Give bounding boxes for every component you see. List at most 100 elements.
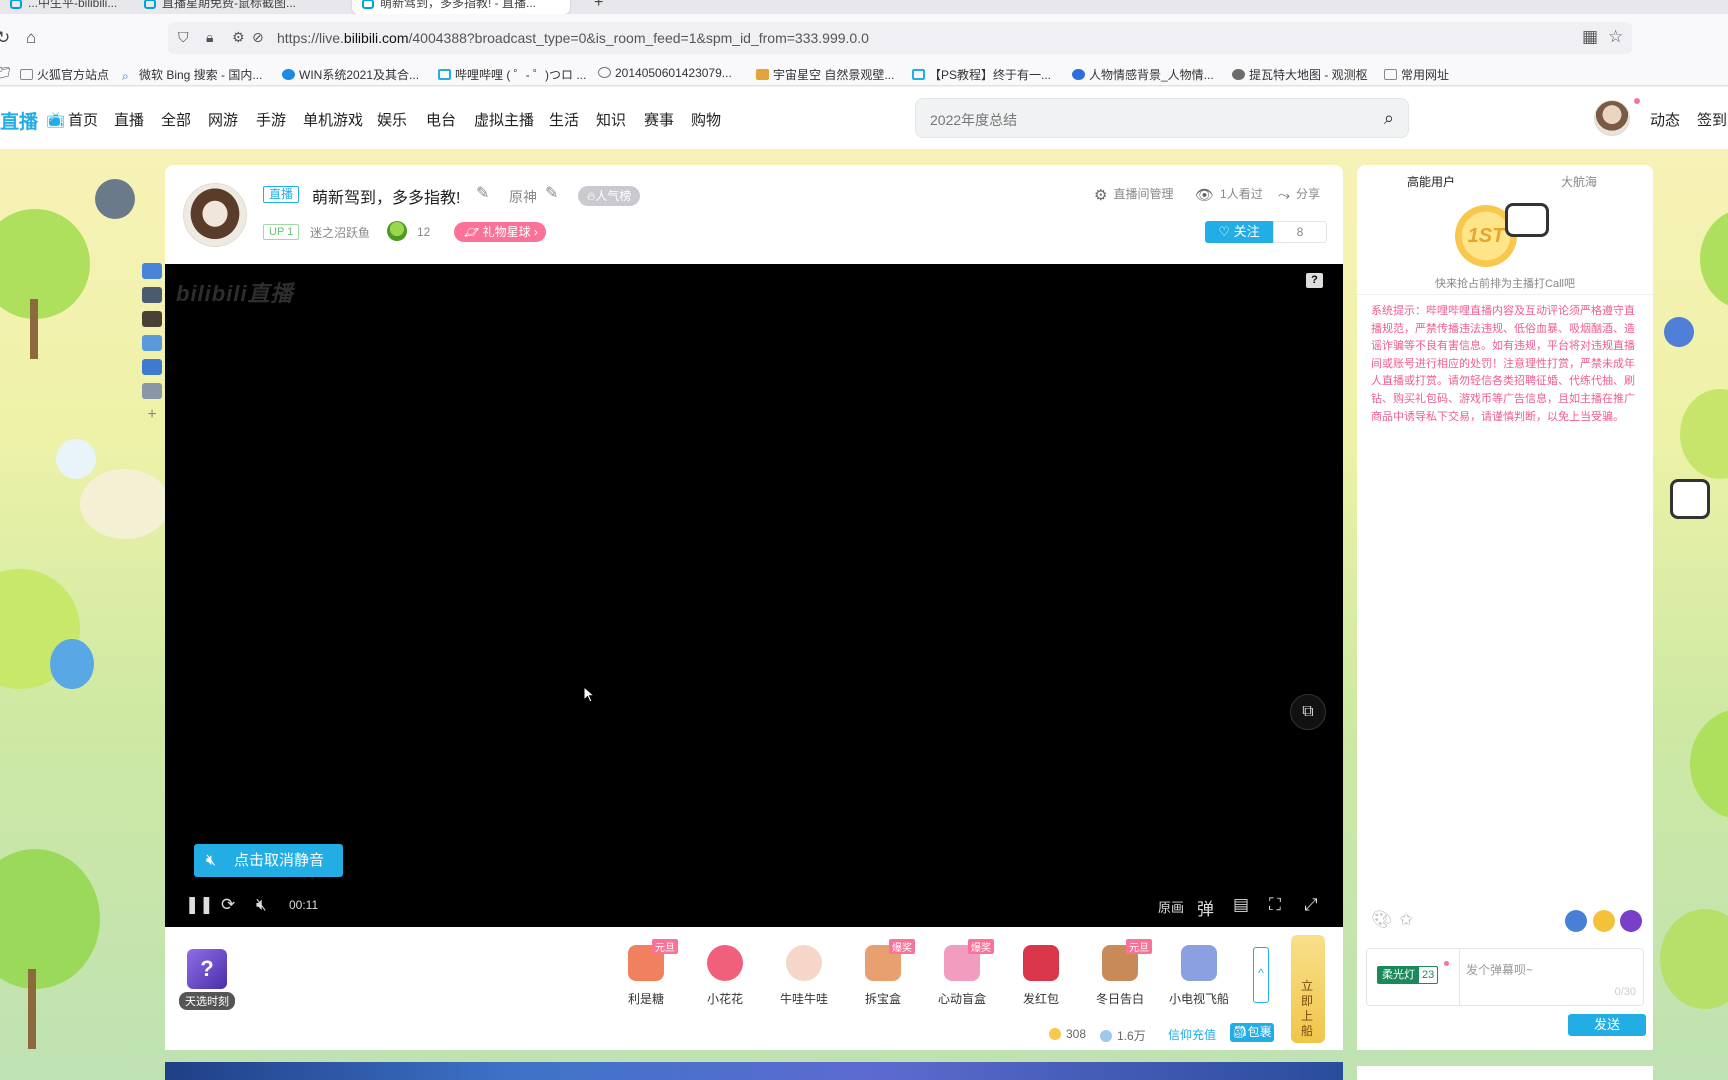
picture-in-picture-button[interactable]: ⧉ (1290, 694, 1326, 730)
gift-item[interactable]: 发红包 (1009, 945, 1073, 1007)
nav-single-games[interactable]: 单机游戏 (303, 109, 363, 130)
user-avatar[interactable] (1594, 100, 1630, 136)
star-badge-icon[interactable]: ✩ (1399, 910, 1413, 930)
bookmark-item[interactable]: ⌕ 微软 Bing 搜索 - 国内... (122, 66, 262, 83)
reload-icon[interactable]: ↻ (0, 28, 10, 48)
search-input[interactable]: 2022年度总结 (930, 110, 1017, 130)
volume-muted-icon[interactable]: 🔇︎ (256, 895, 267, 915)
nav-vtuber[interactable]: 虚拟主播 (474, 109, 534, 130)
gift-item[interactable]: 利是糖 元旦 (614, 939, 678, 1007)
side-tool-icon[interactable] (142, 335, 162, 351)
gift-item[interactable]: 小花花 (693, 945, 757, 1007)
nav-online-games[interactable]: 网游 (208, 109, 238, 130)
popularity-rank-badge[interactable]: 🔥︎人气榜 (578, 186, 640, 206)
nav-esports[interactable]: 赛事 (644, 109, 674, 130)
tracking-icon[interactable]: ⊘ (252, 29, 264, 46)
qr-code-icon[interactable]: ▦ (1582, 27, 1598, 47)
emote-icon[interactable] (1565, 910, 1587, 932)
dynamics-link[interactable]: 动态 (1650, 109, 1680, 130)
bookmark-item[interactable]: 常用网址 (1384, 66, 1449, 83)
nav-live[interactable]: 直播 (114, 109, 144, 130)
bookmark-folder-icon[interactable]: 📁︎ (0, 66, 11, 80)
bookmark-item[interactable]: 哔哩哔哩 ( ゜- ゜)つロ ... (438, 66, 586, 83)
nav-all[interactable]: 全部 (161, 109, 191, 130)
nav-mobile-games[interactable]: 手游 (256, 109, 286, 130)
address-bar[interactable]: ⛉ 🔒︎ ⚙ ⊘ https://live.bilibili.com/40043… (168, 22, 1632, 54)
permissions-icon[interactable]: ⚙ (232, 29, 245, 46)
gift-item[interactable]: 牛哇牛哇 (772, 945, 836, 1007)
nav-entertainment[interactable]: 娱乐 (377, 109, 407, 130)
bookmark-item[interactable]: 人物情感背景_人物情... (1072, 66, 1214, 83)
checkin-link[interactable]: 签到 (1697, 109, 1727, 130)
chat-bubble-icon[interactable] (1620, 910, 1642, 932)
refresh-icon[interactable]: ⟳ (221, 895, 235, 915)
bookmark-star-icon[interactable]: ☆ (1608, 27, 1623, 47)
fan-medal[interactable]: 柔光灯 23 (1377, 966, 1439, 984)
side-tool-icon[interactable] (142, 359, 162, 375)
up-name[interactable]: 迷之沼跃鱼 (310, 224, 370, 241)
folder-icon (20, 69, 33, 80)
side-tool-icon[interactable] (142, 287, 162, 303)
bookmark-item[interactable]: 【PS教程】终于有一... (912, 66, 1051, 83)
area-name[interactable]: 原神 (509, 187, 537, 207)
side-tool-icon[interactable] (142, 311, 162, 327)
lock-icon[interactable]: 🔒︎ (206, 29, 213, 46)
bilibili-icon (438, 69, 451, 80)
tab-guard[interactable]: 大航海 (1505, 173, 1653, 190)
quality-selector[interactable]: 原画 (1158, 897, 1184, 916)
new-tab-button[interactable]: + (584, 0, 608, 14)
recharge-link[interactable]: 信仰充值 (1168, 1026, 1216, 1043)
help-icon[interactable]: ? (1306, 273, 1323, 288)
pause-icon[interactable]: ❚❚ (185, 895, 214, 915)
gift-item[interactable]: 冬日告白 元旦 (1088, 939, 1152, 1007)
bookmark-item[interactable]: 提瓦特大地图 - 观测枢 (1232, 66, 1368, 83)
nav-shopping[interactable]: 购物 (691, 109, 721, 130)
pack-button[interactable]: 🎒︎包裹 (1230, 1023, 1274, 1042)
danmaku-input-box[interactable]: 柔光灯 23 发个弹幕呗~ 0/30 (1366, 948, 1644, 1006)
room-management-button[interactable]: ⚙ 直播间管理 (1094, 185, 1173, 204)
bookmark-item[interactable]: WIN系统2021及其合... (282, 66, 419, 83)
tianxuan-button[interactable]: ? 天选时刻 (179, 949, 235, 1010)
send-button[interactable]: 发送 (1568, 1014, 1646, 1036)
web-fullscreen-icon[interactable]: ⛶ (1269, 895, 1281, 915)
side-tool-icon[interactable] (142, 263, 162, 279)
share-button[interactable]: ⤳ 分享 (1278, 185, 1320, 204)
danmaku-settings-icon[interactable]: ▤ (1233, 895, 1249, 915)
gift-item[interactable]: 小电视飞船 (1167, 945, 1231, 1007)
gift-item[interactable]: 心动盲盒 爆奖 (930, 939, 994, 1007)
board-ship-button[interactable]: 立即上船 (1291, 935, 1325, 1043)
nav-knowledge[interactable]: 知识 (596, 109, 626, 130)
nav-life[interactable]: 生活 (549, 109, 579, 130)
anchor-avatar[interactable] (183, 183, 247, 247)
search-box[interactable]: 2022年度总结 ⌕ (915, 98, 1409, 138)
add-tool-icon[interactable]: + (142, 407, 162, 423)
unmute-button[interactable]: 🔇︎ 点击取消静音 (194, 844, 343, 877)
home-icon[interactable]: ⌂ (26, 28, 36, 48)
edit-title-icon[interactable]: ✎ (476, 183, 489, 203)
nav-home[interactable]: 📺︎ 首页 (46, 109, 98, 130)
browser-tab[interactable]: ...中生平-bilibili... (0, 0, 118, 14)
danmaku-input[interactable]: 发个弹幕呗~ (1466, 961, 1533, 978)
gift-star-button[interactable]: 🪐︎ 礼物星球 › (454, 222, 546, 242)
bookmark-item[interactable]: 宇宙星空 自然景观壁... (756, 66, 894, 83)
shield-icon[interactable]: ⛉ (178, 29, 189, 46)
danmaku-toggle-icon[interactable]: 弹 (1197, 895, 1214, 920)
fullscreen-icon[interactable]: ⤢ (1304, 895, 1318, 915)
url-text[interactable]: https://live.bilibili.com/4004388?broadc… (277, 30, 869, 46)
follow-button[interactable]: ♡ 关注 (1205, 221, 1273, 243)
bookmark-item[interactable]: 火狐官方站点 (20, 66, 109, 83)
live-logo[interactable]: 直播 (0, 107, 38, 134)
side-tool-icon[interactable] (142, 383, 162, 399)
tab-high-energy-users[interactable]: 高能用户 (1357, 173, 1505, 190)
sunglasses-emoji-icon[interactable] (1593, 910, 1615, 932)
browser-tab-active[interactable]: 萌新驾到，多多指教! - 直播... (352, 0, 570, 14)
video-player[interactable]: bilibili直播 ? ⧉ 🔇︎ 点击取消静音 ❚❚ ⟳ 🔇︎ 00:11 原画… (165, 264, 1343, 927)
palette-icon[interactable]: 🎨︎ (1371, 910, 1393, 930)
more-gifts-button[interactable]: ^ (1253, 947, 1269, 1003)
nav-radio[interactable]: 电台 (426, 109, 456, 130)
gift-item[interactable]: 拆宝盒 爆奖 (851, 939, 915, 1007)
search-icon[interactable]: ⌕ (1384, 108, 1394, 129)
bookmark-item[interactable]: 2014050601423079... (598, 66, 732, 80)
browser-tab[interactable]: 直播星期免费-鼠标截图... (134, 0, 344, 14)
edit-area-icon[interactable]: ✎ (545, 183, 558, 203)
